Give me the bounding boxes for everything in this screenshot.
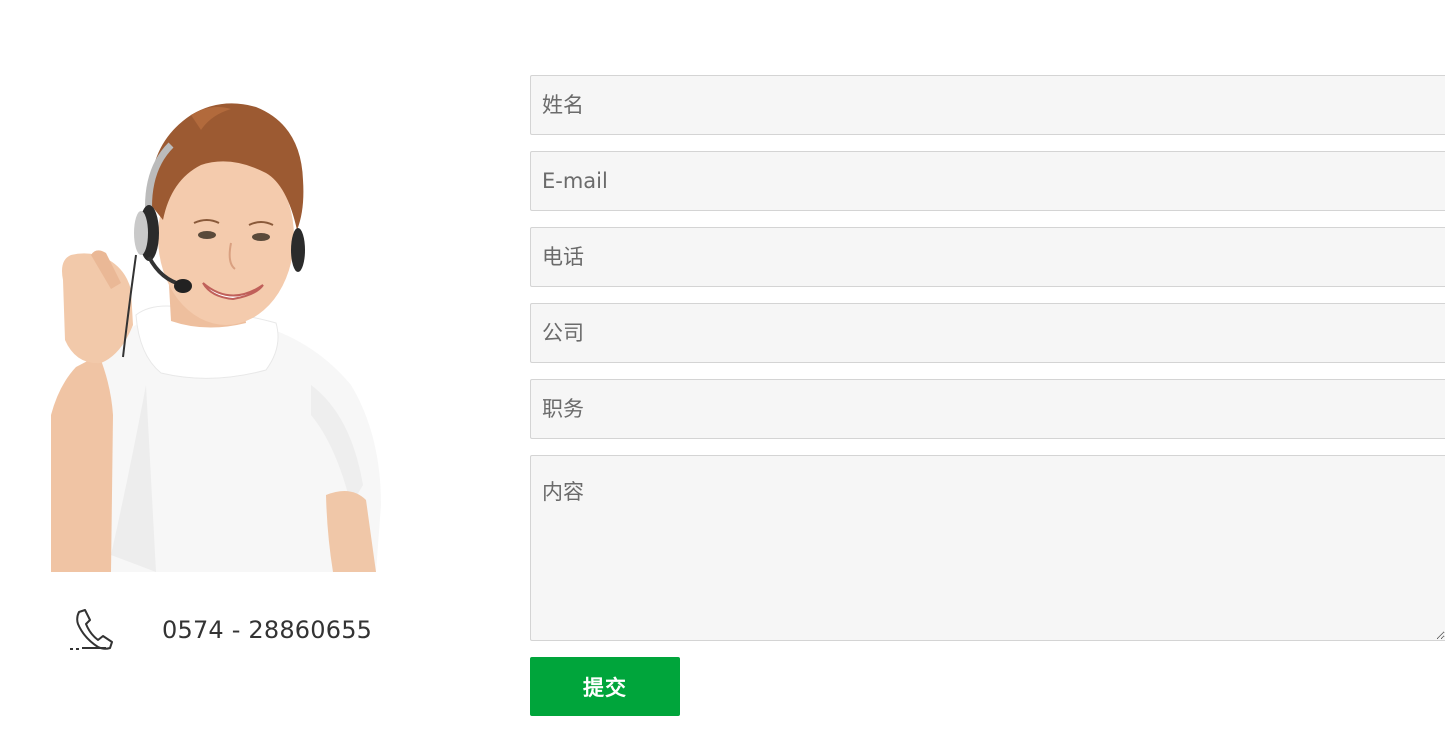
phone-icon: [68, 608, 116, 652]
contact-page: 0574 - 28860655 提交: [0, 0, 1445, 731]
customer-service-photo: [51, 85, 382, 572]
email-field[interactable]: [530, 151, 1445, 211]
name-field[interactable]: [530, 75, 1445, 135]
position-field[interactable]: [530, 379, 1445, 439]
phone-number: 0574 - 28860655: [162, 616, 373, 644]
company-field[interactable]: [530, 303, 1445, 363]
submit-button[interactable]: 提交: [530, 657, 680, 716]
content-field[interactable]: [530, 455, 1445, 641]
phone-field[interactable]: [530, 227, 1445, 287]
contact-phone: 0574 - 28860655: [68, 608, 388, 654]
contact-form: 提交: [530, 75, 1445, 716]
